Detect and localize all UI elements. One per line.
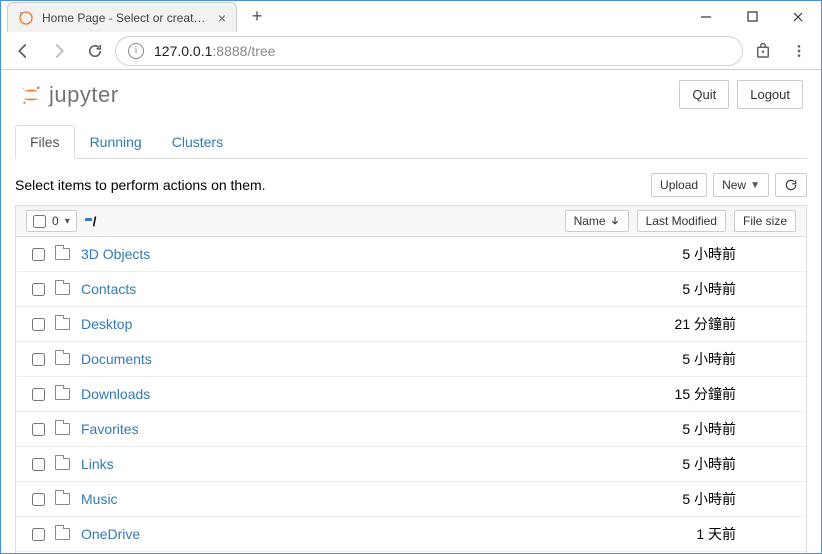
row-checkbox[interactable]: [32, 388, 45, 401]
item-name-link[interactable]: Documents: [81, 351, 152, 367]
item-modified: 5 小時前: [656, 349, 796, 369]
file-row: Downloads 15 分鐘前: [16, 377, 806, 412]
back-button[interactable]: [7, 36, 39, 66]
item-modified: 5 小時前: [656, 489, 796, 509]
row-checkbox[interactable]: [32, 283, 45, 296]
item-name-link[interactable]: Contacts: [81, 281, 136, 297]
item-modified: 5 小時前: [656, 279, 796, 299]
item-name-link[interactable]: Desktop: [81, 316, 132, 332]
dashboard-tabs: Files Running Clusters: [15, 125, 807, 159]
window-minimize-button[interactable]: [683, 1, 729, 32]
file-row: OneDrive 1 天前: [16, 517, 806, 552]
quit-button[interactable]: Quit: [679, 80, 729, 109]
window-controls: [683, 1, 821, 32]
item-name-link[interactable]: Downloads: [81, 386, 150, 402]
sort-name-button[interactable]: Name: [565, 210, 629, 232]
item-modified: 5 小時前: [656, 454, 796, 474]
account-icon[interactable]: [747, 36, 779, 66]
item-modified: 21 分鐘前: [656, 314, 796, 334]
item-modified: 5 小時前: [656, 244, 796, 264]
file-row: Favorites 5 小時前: [16, 412, 806, 447]
sort-modified-button[interactable]: Last Modified: [637, 210, 726, 232]
jupyter-favicon: [18, 10, 34, 26]
folder-icon: [55, 248, 71, 260]
item-name-link[interactable]: Music: [81, 491, 118, 507]
item-name-link[interactable]: Favorites: [81, 421, 139, 437]
select-all-checkbox[interactable]: [33, 215, 46, 228]
new-tab-button[interactable]: +: [243, 3, 271, 31]
file-row: 3D Objects 5 小時前: [16, 237, 806, 272]
browser-toolbar: i 127.0.0.1:8888/tree: [1, 32, 821, 70]
url-port: :8888: [212, 43, 247, 59]
tab-running[interactable]: Running: [75, 125, 157, 159]
row-checkbox[interactable]: [32, 423, 45, 436]
browser-tab-active[interactable]: Home Page - Select or create a ×: [7, 2, 237, 32]
tab-close-icon[interactable]: ×: [218, 11, 226, 25]
tab-files[interactable]: Files: [15, 125, 75, 159]
row-checkbox[interactable]: [32, 248, 45, 261]
row-checkbox[interactable]: [32, 353, 45, 366]
file-row: Desktop 21 分鐘前: [16, 307, 806, 342]
arrow-down-icon: [610, 216, 620, 226]
folder-icon: [55, 283, 71, 295]
upload-button[interactable]: Upload: [651, 173, 707, 197]
row-checkbox[interactable]: [32, 458, 45, 471]
caret-down-icon: ▼: [750, 180, 760, 191]
select-all-dropdown[interactable]: 0 ▾: [26, 210, 77, 232]
row-checkbox[interactable]: [32, 318, 45, 331]
action-hint: Select items to perform actions on them.: [15, 177, 266, 193]
folder-icon: [55, 318, 71, 330]
file-row: Links 5 小時前: [16, 447, 806, 482]
window-titlebar: Home Page - Select or create a × +: [1, 1, 821, 32]
window-maximize-button[interactable]: [729, 1, 775, 32]
folder-icon: [55, 528, 71, 540]
url-host: 127.0.0.1: [154, 43, 212, 59]
page-scroll-area[interactable]: jupyter Quit Logout Files Running Cluste…: [1, 70, 821, 553]
item-modified: 15 分鐘前: [656, 384, 796, 404]
row-checkbox[interactable]: [32, 493, 45, 506]
folder-icon: [55, 388, 71, 400]
window-close-button[interactable]: [775, 1, 821, 32]
folder-icon: [55, 493, 71, 505]
url-text: 127.0.0.1:8888/tree: [154, 43, 275, 59]
site-info-icon[interactable]: i: [128, 43, 144, 59]
file-row: Pictures5 小時前: [16, 552, 806, 553]
file-row: Documents 5 小時前: [16, 342, 806, 377]
reload-button[interactable]: [79, 36, 111, 66]
jupyter-logo[interactable]: jupyter: [19, 82, 119, 108]
browser-tab-title: Home Page - Select or create a: [42, 11, 206, 25]
jupyter-header: jupyter Quit Logout: [15, 70, 807, 111]
jupyter-logo-icon: [19, 83, 43, 107]
file-list: 0 ▾ / Name Last Modified File size 3D Ob…: [15, 205, 807, 553]
folder-icon: [55, 353, 71, 365]
tab-clusters[interactable]: Clusters: [157, 125, 238, 159]
item-name-link[interactable]: OneDrive: [81, 526, 140, 542]
sort-size-button[interactable]: File size: [734, 210, 796, 232]
address-bar[interactable]: i 127.0.0.1:8888/tree: [115, 36, 743, 66]
forward-button[interactable]: [43, 36, 75, 66]
selected-count: 0: [52, 214, 59, 228]
row-checkbox[interactable]: [32, 528, 45, 541]
logout-button[interactable]: Logout: [737, 80, 803, 109]
file-row: Music 5 小時前: [16, 482, 806, 517]
breadcrumb-root[interactable]: /: [93, 214, 97, 229]
refresh-button[interactable]: [775, 173, 807, 197]
browser-tabstrip: Home Page - Select or create a × +: [1, 1, 683, 32]
item-name-link[interactable]: Links: [81, 456, 114, 472]
browser-menu-icon[interactable]: [783, 36, 815, 66]
url-path: /tree: [247, 43, 275, 59]
folder-icon: [55, 423, 71, 435]
folder-icon: [55, 458, 71, 470]
item-name-link[interactable]: 3D Objects: [81, 246, 150, 262]
files-toolbar: Select items to perform actions on them.…: [15, 173, 807, 197]
jupyter-logo-text: jupyter: [49, 82, 119, 108]
new-dropdown[interactable]: New▼: [713, 173, 769, 197]
file-row: Contacts 5 小時前: [16, 272, 806, 307]
item-modified: 5 小時前: [656, 419, 796, 439]
caret-down-icon: ▾: [65, 216, 70, 227]
item-modified: 1 天前: [656, 524, 796, 544]
file-list-header: 0 ▾ / Name Last Modified File size: [16, 206, 806, 237]
